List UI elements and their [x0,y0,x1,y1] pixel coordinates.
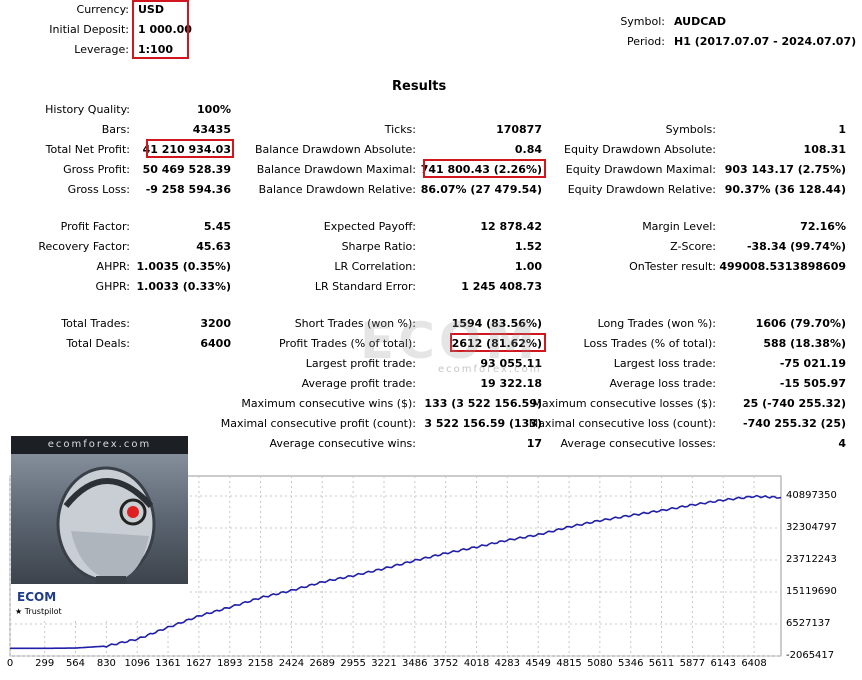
y-tick-label: 6527137 [786,618,831,629]
y-tick-label: -2065417 [786,650,835,661]
robot-promo-image: ecomforex.com ECOM ★ Trustpilot [11,436,188,618]
y-tick-label: 32304797 [786,522,837,533]
trustpilot-badge: ★ Trustpilot [15,607,62,616]
y-tick-label: 23712243 [786,554,837,565]
promo-logo: ECOM [17,590,57,604]
x-tick-label: 6408 [741,658,767,669]
y-tick-label: 40897350 [786,490,837,501]
y-tick-label: 15119690 [786,586,837,597]
